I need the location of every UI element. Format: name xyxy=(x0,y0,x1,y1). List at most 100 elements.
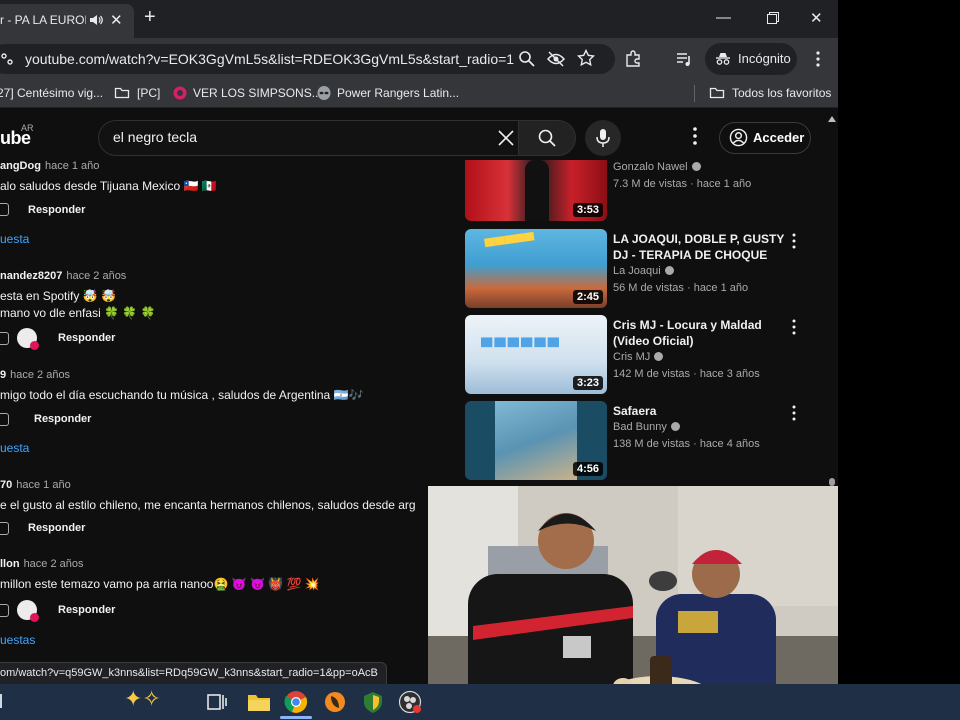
scroll-up-icon[interactable] xyxy=(828,116,836,122)
chrome-icon[interactable] xyxy=(283,690,309,714)
browser-menu-icon[interactable] xyxy=(809,50,827,68)
reply-button[interactable]: Responder xyxy=(28,522,85,534)
comment-author[interactable]: nandez8207 hace 2 años xyxy=(0,270,126,282)
microphone-icon xyxy=(596,129,610,147)
comment-author[interactable]: 70 hace 1 año xyxy=(0,479,71,491)
video-item[interactable]: ▀▀▀▀▀ 2:45 LA JOAQUI, DOBLE P, GUSTY DJ … xyxy=(465,229,825,309)
creator-heart-icon xyxy=(17,328,39,350)
clear-search-icon[interactable] xyxy=(498,130,514,146)
bookmark-item[interactable]: 27] Centésimo vig... xyxy=(0,86,103,100)
video-meta: 7.3 M de vistas · hace 1 año xyxy=(613,178,752,190)
video-thumbnail[interactable]: 4:56 xyxy=(465,401,607,480)
bookmark-star-icon[interactable] xyxy=(577,49,595,67)
minimize-icon[interactable]: — xyxy=(716,9,731,26)
browser-toolbar: youtube.com/watch?v=EOK3GgVmL5s&list=RDE… xyxy=(0,38,838,80)
windows-taskbar: ✦✧ xyxy=(0,684,960,720)
video-title[interactable]: Cris MJ - Locura y Maldad (Video Oficial… xyxy=(613,317,793,349)
dislike-icon[interactable] xyxy=(0,522,9,535)
obs-icon[interactable] xyxy=(397,690,423,714)
bookmark-item[interactable]: [PC] xyxy=(137,86,160,100)
video-channel[interactable]: Cris MJ xyxy=(613,351,664,363)
video-thumbnail[interactable]: ▀▀▀▀▀▀ 3:23 xyxy=(465,315,607,394)
dislike-icon[interactable] xyxy=(0,203,9,216)
video-channel[interactable]: La Joaqui xyxy=(613,265,674,277)
shield-app-icon[interactable] xyxy=(360,690,386,714)
dislike-icon[interactable] xyxy=(0,604,9,617)
close-window-icon[interactable]: ✕ xyxy=(810,9,823,27)
tracking-blocked-icon[interactable] xyxy=(547,50,565,68)
author-name: 9 xyxy=(0,369,7,381)
video-item[interactable]: ▀▀▀▀▀▀ 3:23 Cris MJ - Locura y Maldad (V… xyxy=(465,315,825,395)
channel-name: Cris MJ xyxy=(613,351,651,363)
video-item[interactable]: 3:53 Gonzalo Nawel 7.3 M de vistas · hac… xyxy=(465,160,825,222)
file-explorer-icon[interactable] xyxy=(246,690,272,714)
bookmark-item[interactable]: VER LOS SIMPSONS... xyxy=(193,86,322,100)
video-item[interactable]: 4:56 Safaera Bad Bunny 138 M de vistas ·… xyxy=(465,401,825,481)
bookmark-item[interactable]: Power Rangers Latin... xyxy=(337,86,459,100)
comment-author[interactable]: 9 hace 2 años xyxy=(0,369,70,381)
folder-icon xyxy=(709,87,725,99)
author-name: nandez8207 xyxy=(0,270,63,282)
new-tab-icon[interactable]: + xyxy=(144,6,156,29)
more-options-icon[interactable] xyxy=(791,405,797,421)
settings-menu-icon[interactable] xyxy=(692,126,698,146)
region-code: AR xyxy=(21,123,34,133)
incognito-badge[interactable]: Incógnito xyxy=(705,43,797,75)
video-title[interactable]: LA JOAQUI, DOBLE P, GUSTY DJ - TERAPIA D… xyxy=(613,231,793,265)
video-duration: 4:56 xyxy=(572,462,603,476)
video-thumbnail[interactable]: ▀▀▀▀▀ 2:45 xyxy=(465,229,607,308)
tab-title: r - PA LA EUROPA xyxy=(0,13,86,27)
speaker-icon[interactable] xyxy=(88,12,104,28)
all-bookmarks[interactable]: Todos los favoritos xyxy=(732,86,831,100)
youtube-header: ube AR el negro tecla Acceder xyxy=(0,108,838,158)
reply-button[interactable]: Responder xyxy=(28,204,85,216)
reply-button[interactable]: Responder xyxy=(58,604,115,616)
folder-icon xyxy=(114,87,130,99)
scroll-thumb[interactable] xyxy=(829,478,835,486)
reply-button[interactable]: Responder xyxy=(34,413,91,425)
view-replies-link[interactable]: uesta xyxy=(0,232,29,246)
extensions-icon[interactable] xyxy=(624,50,642,68)
author-name: llon xyxy=(0,558,20,570)
video-thumbnail[interactable]: 3:53 xyxy=(465,160,607,221)
search-button[interactable] xyxy=(518,120,576,156)
comment-time: hace 2 años xyxy=(23,558,84,570)
close-tab-icon[interactable]: ✕ xyxy=(110,11,123,29)
search-query: el negro tecla xyxy=(113,129,198,145)
comment-time: hace 2 años xyxy=(66,270,127,282)
media-controls-icon[interactable] xyxy=(675,50,693,68)
video-channel[interactable]: Gonzalo Nawel xyxy=(613,161,701,173)
fl-studio-icon[interactable] xyxy=(322,690,348,714)
view-replies-link[interactable]: uesta xyxy=(0,441,29,455)
video-title[interactable]: Safaera xyxy=(613,403,793,419)
video-channel[interactable]: Bad Bunny xyxy=(613,421,680,433)
dislike-icon[interactable] xyxy=(0,332,9,345)
zoom-icon[interactable] xyxy=(518,50,536,68)
more-options-icon[interactable] xyxy=(791,233,797,249)
view-replies-link[interactable]: uestas xyxy=(0,633,35,647)
alien-icon xyxy=(317,86,331,100)
comment-text: migo todo el día escuchando tu música , … xyxy=(0,388,364,402)
site-settings-icon[interactable] xyxy=(0,52,14,66)
page-scrollbar[interactable] xyxy=(826,116,838,486)
video-duration: 3:53 xyxy=(572,203,603,217)
more-options-icon[interactable] xyxy=(791,319,797,335)
bookmarks-divider xyxy=(694,85,695,102)
copilot-sparkle-icon[interactable]: ✦✧ xyxy=(124,686,161,712)
dislike-icon[interactable] xyxy=(0,413,9,426)
active-tab[interactable]: r - PA LA EUROPA ✕ xyxy=(0,4,134,38)
address-bar[interactable]: youtube.com/watch?v=EOK3GgVmL5s&list=RDE… xyxy=(0,44,615,74)
verified-icon xyxy=(664,266,674,275)
restore-icon[interactable] xyxy=(767,12,779,24)
reply-button[interactable]: Responder xyxy=(58,332,115,344)
comment-time: hace 1 año xyxy=(16,479,71,491)
status-url: om/watch?v=q59GW_k3nns&list=RDq59GW_k3nn… xyxy=(0,667,378,679)
comment-author[interactable]: angDog hace 1 año xyxy=(0,160,99,172)
account-icon xyxy=(729,128,748,147)
voice-search-button[interactable] xyxy=(585,120,621,156)
search-input[interactable]: el negro tecla xyxy=(98,120,528,156)
task-view-icon[interactable] xyxy=(204,690,230,714)
thumbnail-art: ▀▀▀▀▀▀ xyxy=(481,339,562,356)
sign-in-button[interactable]: Acceder xyxy=(719,122,811,154)
comment-author[interactable]: llon hace 2 años xyxy=(0,558,84,570)
